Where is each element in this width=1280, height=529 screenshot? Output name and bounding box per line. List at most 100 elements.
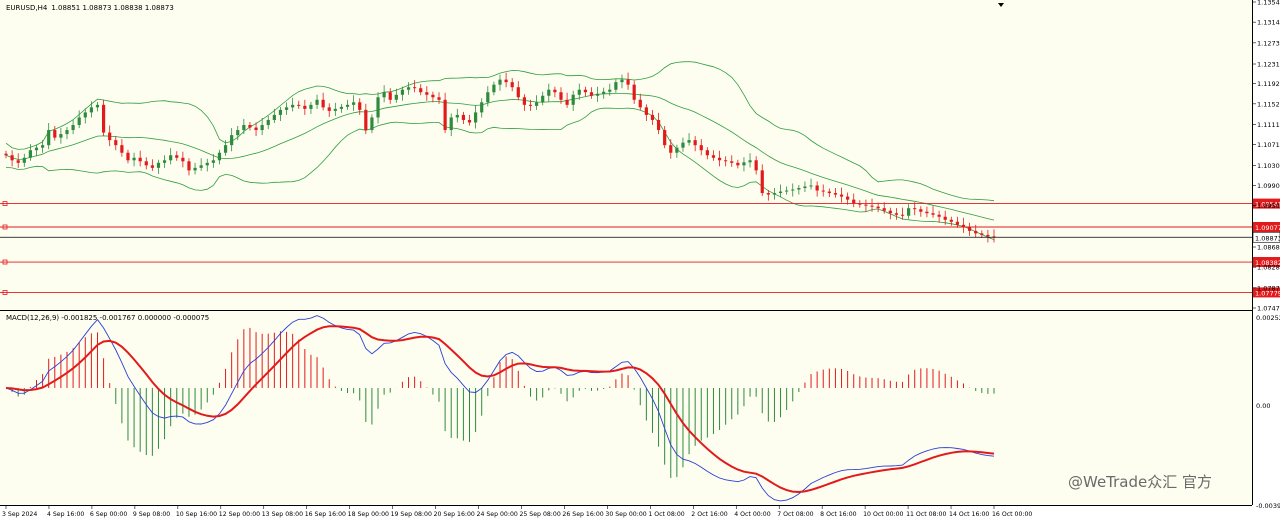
candle-body [455,114,459,118]
candle-body [925,211,929,214]
candle-body [888,210,892,214]
time-tick-label: 2 Oct 16:00 [691,511,727,518]
candle-body [376,97,380,118]
candle-body [656,119,661,131]
price-tick-label: 1.09900 [1257,182,1280,190]
price-tick-label: 1.11920 [1257,80,1280,88]
candle-body [534,102,539,106]
chart-canvas[interactable]: 1.095411.090771.083821.077791.08873 1.13… [0,0,1280,525]
candle-body [108,132,112,141]
candle-body [4,153,8,156]
candle-body [663,130,667,146]
candle-body [492,84,496,93]
symbol-label: EURUSD,H4 1.08851 1.08873 1.08838 1.08873 [6,4,174,12]
candle-body [900,214,905,216]
candle-body [260,125,264,131]
time-tick-label: 8 Oct 16:00 [820,511,856,518]
time-tick-label: 4 Oct 00:00 [734,511,770,518]
time-tick-label: 16 Sep 16:00 [305,511,346,518]
candle-body [504,79,508,83]
candle-body [254,127,258,131]
price-tick-label: 1.10710 [1257,141,1280,149]
macd-bottom-label: -0.00396 [1256,502,1280,510]
candle-body [193,167,197,171]
time-tick-label: 26 Sep 16:00 [562,511,603,518]
candle-body [748,160,752,163]
candle-body [327,107,331,111]
candle-body [223,145,228,153]
candle-body [675,147,679,153]
candle-body [217,152,222,161]
candle-body [821,190,825,192]
time-tick-label: 16 Oct 00:00 [992,511,1032,518]
macd-label: MACD(12,26,9) -0.001825 -0.001767 0.0000… [6,314,209,322]
candle-body [968,226,972,231]
candle-body [614,82,618,90]
candle-body [852,199,856,204]
candle-body [742,162,746,166]
candle-body [34,147,39,151]
price-tick-label: 1.11110 [1257,121,1280,129]
candle-body [474,112,478,123]
time-tick-label: 12 Sep 00:00 [219,511,260,518]
candle-body [400,89,405,95]
candle-body [919,209,923,212]
candle-body [632,84,636,100]
candle-body [242,125,246,131]
candle-body [199,165,203,168]
candle-body [333,108,337,111]
time-tick-label: 1 Oct 08:00 [648,511,684,518]
candle-body [406,87,411,90]
candle-body [602,91,606,94]
candle-body [791,189,795,191]
time-tick-label: 20 Sep 16:00 [434,511,475,518]
price-tick-label: 1.12730 [1257,39,1280,47]
candle-body [303,105,307,109]
candle-body [95,104,100,108]
candle-body [132,157,136,161]
candle-body [71,125,75,131]
candle-body [827,191,831,194]
candle-body [839,194,844,197]
candle-body [16,160,20,163]
candle-body [931,213,935,215]
candle-body [83,112,87,118]
candle-body [681,142,685,148]
time-tick-label: 19 Sep 08:00 [391,511,432,518]
candle-body [528,104,533,106]
price-tick-label: 1.07870 [1257,284,1280,292]
candle-body [284,107,289,110]
time-tick-label: 10 Oct 00:00 [863,511,903,518]
candle-body [974,230,978,234]
candle-body [736,162,740,166]
candle-body [480,102,484,113]
candle-body [388,92,392,100]
candle-body [278,109,283,115]
candle-body [705,150,709,156]
candle-body [437,97,441,100]
candle-body [321,99,325,108]
candle-body [717,157,722,161]
candle-body [53,130,57,138]
candle-body [797,188,801,190]
candle-body [986,234,990,237]
candle-body [187,161,191,171]
candle-body [486,92,490,103]
candle-body [846,196,850,200]
candle-body [370,117,374,131]
candle-body [65,130,69,135]
price-tick-label: 1.13140 [1257,19,1280,27]
candle-body [510,82,514,88]
candle-body [547,89,551,96]
candle-body [394,94,398,100]
candle-body [980,233,984,235]
candle-body [413,87,417,89]
macd-zero-label: 0.00 [1256,402,1270,410]
chart-window[interactable]: 1.09541 1.09077 1.08382 1.07779 1.08873 1.13… [0,0,1280,525]
candle-body [291,104,295,108]
candle-body [467,119,472,123]
candle-body [443,99,447,131]
candle-body [89,107,93,113]
candle-body [577,89,581,95]
candle-body [364,109,368,131]
